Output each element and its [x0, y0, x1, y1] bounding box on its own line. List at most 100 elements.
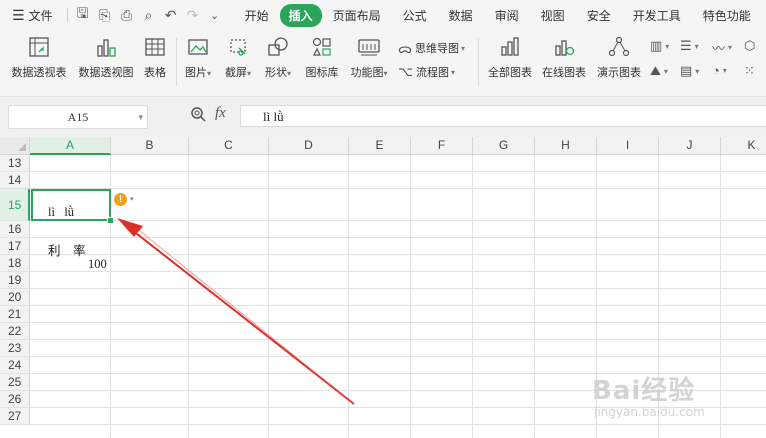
- gridline: [30, 188, 766, 189]
- area-chart-button[interactable]: ⛰ ▾: [650, 63, 668, 79]
- picture-button[interactable]: 图片▾: [180, 34, 216, 80]
- row-header-21[interactable]: 21: [0, 306, 30, 323]
- column-header-h[interactable]: H: [535, 137, 597, 155]
- cell-a18[interactable]: 100: [88, 257, 107, 272]
- column-chart-button[interactable]: ▥ ▾: [650, 38, 669, 54]
- insert-function-button[interactable]: fx: [215, 105, 226, 122]
- name-box-value: A15: [67, 110, 89, 124]
- tab-data[interactable]: 数据: [438, 4, 484, 27]
- name-box[interactable]: A15 ▾: [8, 105, 148, 129]
- row-header-16[interactable]: 16: [0, 221, 30, 238]
- pie-chart-button[interactable]: ◔ ▾: [712, 63, 727, 78]
- column-header-k[interactable]: K: [721, 137, 766, 155]
- chevron-down-icon[interactable]: ▾: [138, 106, 143, 128]
- picture-icon: [180, 34, 216, 60]
- cell-a17[interactable]: 利 率: [48, 240, 86, 259]
- tab-view[interactable]: 视图: [530, 4, 576, 27]
- bar-chart-button[interactable]: ☰ ▾: [680, 38, 699, 54]
- column-header-c[interactable]: C: [189, 137, 269, 155]
- line-chart-icon: 〰: [712, 41, 726, 56]
- table-button[interactable]: 表格: [140, 34, 170, 80]
- column-header-f[interactable]: F: [411, 137, 473, 155]
- tab-home[interactable]: 开始: [234, 4, 280, 27]
- row-header-24[interactable]: 24: [0, 357, 30, 374]
- fill-handle[interactable]: [107, 217, 114, 224]
- column-header-g[interactable]: G: [473, 137, 535, 155]
- scatter-chart-button[interactable]: ⁙: [744, 63, 758, 79]
- chevron-down-icon: ▾: [383, 69, 388, 78]
- chevron-down-icon: ▾: [206, 69, 211, 78]
- chevron-down-icon: ▾: [461, 43, 466, 53]
- row-header-18[interactable]: 18: [0, 255, 30, 272]
- save-icon[interactable]: 🖫: [72, 3, 94, 27]
- redo-icon[interactable]: ↷: [182, 7, 204, 24]
- hamburger-icon: ☰: [12, 6, 25, 23]
- scatter-chart-icon: ⁙: [744, 63, 755, 78]
- demo-chart-button[interactable]: 演示图表: [594, 34, 644, 80]
- screenshot-button[interactable]: 截屏▾: [220, 34, 256, 80]
- divider: [478, 38, 479, 86]
- tab-special-features[interactable]: 特色功能: [692, 4, 762, 27]
- all-charts-button[interactable]: 全部图表: [486, 34, 534, 80]
- formula-input[interactable]: lì lǜ: [240, 105, 766, 127]
- row-header-15[interactable]: 15: [0, 189, 30, 221]
- row-header-27[interactable]: 27: [0, 408, 30, 425]
- gridline: [30, 305, 766, 306]
- undo-icon[interactable]: ↶: [160, 7, 182, 24]
- row-header-14[interactable]: 14: [0, 172, 30, 189]
- zoom-icon[interactable]: [190, 106, 206, 126]
- quick-access-toolbar: 🖫 ⎘ ⎙ ⌕ ↶ ↷ ⌄: [63, 3, 226, 27]
- format-painter-icon[interactable]: ⎘: [94, 7, 116, 24]
- row-header-17[interactable]: 17: [0, 238, 30, 255]
- column-header-d[interactable]: D: [269, 137, 349, 155]
- select-all-corner[interactable]: [0, 137, 30, 155]
- shape-button[interactable]: 形状▾: [260, 34, 296, 80]
- demo-chart-icon: [594, 34, 644, 60]
- icon-library-icon: [302, 34, 342, 60]
- row-header-23[interactable]: 23: [0, 340, 30, 357]
- row-header-22[interactable]: 22: [0, 323, 30, 340]
- column-header-e[interactable]: E: [349, 137, 411, 155]
- column-header-b[interactable]: B: [111, 137, 189, 155]
- row-header-19[interactable]: 19: [0, 272, 30, 289]
- mind-map-button[interactable]: ᯅ 思维导图 ▾: [398, 39, 465, 57]
- row-header-26[interactable]: 26: [0, 391, 30, 408]
- radar-chart-button[interactable]: ⬡: [744, 38, 758, 54]
- error-check-button[interactable]: ! ▾: [114, 191, 142, 207]
- online-chart-button[interactable]: 在线图表: [540, 34, 588, 80]
- function-chart-icon: [348, 34, 390, 60]
- icon-library-button[interactable]: 图标库: [302, 34, 342, 80]
- print-preview-icon[interactable]: ⌕: [138, 7, 160, 24]
- tab-insert[interactable]: 插入: [279, 3, 322, 27]
- chevron-down-icon: ▾: [450, 67, 455, 77]
- column-header-i[interactable]: I: [597, 137, 659, 155]
- line-chart-button[interactable]: 〰 ▾: [712, 38, 732, 57]
- tab-developer[interactable]: 开发工具: [622, 4, 692, 27]
- ribbon-tabs: 开始 插入 页面布局 公式 数据 审阅 视图 安全 开发工具 特色功能: [234, 3, 762, 27]
- pivot-chart-button[interactable]: 数据透视图: [76, 34, 136, 80]
- stock-chart-button[interactable]: ▤ ▾: [680, 63, 699, 79]
- row-header-13[interactable]: 13: [0, 155, 30, 172]
- spreadsheet-grid[interactable]: A B C D E F G H I J K 13 14 15 16 17 18 …: [0, 137, 766, 438]
- gridline: [30, 424, 766, 425]
- column-header-j[interactable]: J: [659, 137, 721, 155]
- tab-page-layout[interactable]: 页面布局: [322, 4, 392, 27]
- chevron-down-icon: ▾: [246, 69, 251, 78]
- flow-chart-button[interactable]: ⌥ 流程图 ▾: [398, 64, 455, 80]
- print-icon[interactable]: ⎙: [116, 7, 138, 24]
- customize-dropdown-icon[interactable]: ⌄: [204, 9, 226, 22]
- column-header-a[interactable]: A: [30, 137, 111, 155]
- tab-security[interactable]: 安全: [576, 4, 622, 27]
- chevron-down-icon: ▾: [695, 66, 700, 76]
- row-header-25[interactable]: 25: [0, 374, 30, 391]
- pivot-table-button[interactable]: 数据透视表: [8, 34, 70, 80]
- scissors-icon: [220, 34, 256, 60]
- tab-review[interactable]: 审阅: [484, 4, 530, 27]
- function-chart-button[interactable]: 功能图▾: [348, 34, 390, 80]
- formula-bar: A15 ▾ fx lì lǜ: [0, 97, 766, 137]
- gridline: [30, 339, 766, 340]
- file-menu[interactable]: ☰ 文件: [0, 7, 59, 24]
- bar-chart-icon: [486, 34, 534, 60]
- tab-formulas[interactable]: 公式: [392, 4, 438, 27]
- row-header-20[interactable]: 20: [0, 289, 30, 306]
